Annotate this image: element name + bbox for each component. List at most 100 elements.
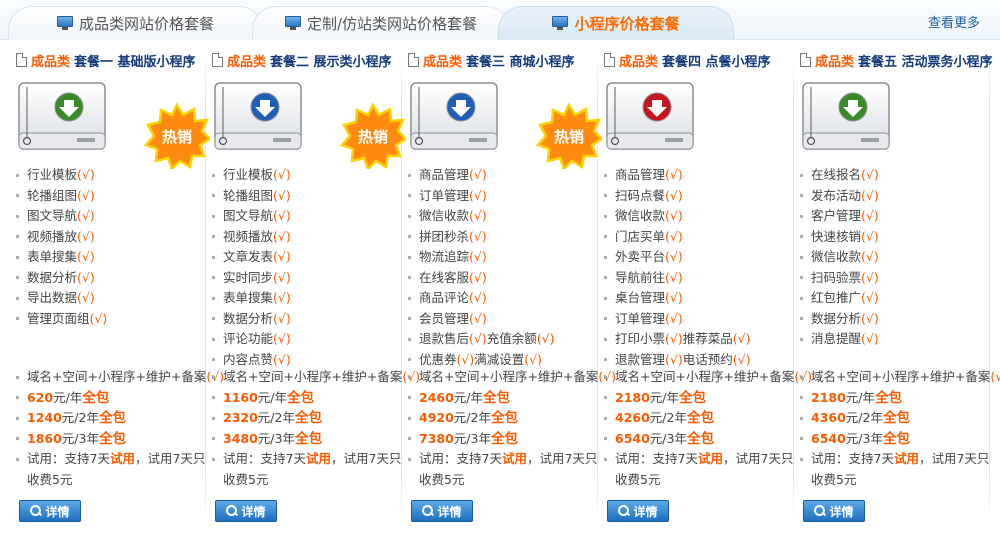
- bullet: [408, 255, 411, 259]
- feature-item: 行业模板 (√): [16, 165, 206, 186]
- feature-label: 客户管理: [811, 208, 862, 223]
- feature-item: 外卖平台 (√): [604, 247, 794, 268]
- price-deal: 全包: [98, 430, 126, 447]
- price-amount: 2180: [811, 389, 846, 405]
- bullet: [800, 317, 803, 321]
- check-mark: (√): [861, 310, 879, 326]
- package-title: 成品类 套餐三 商城小程序: [408, 50, 575, 70]
- magnifier-icon: [30, 505, 42, 517]
- feature-label: 打印小票: [615, 331, 666, 346]
- package-title: 成品类 套餐二 展示类小程序: [212, 50, 392, 70]
- bullet: [408, 235, 411, 239]
- check-mark: (√): [469, 167, 487, 182]
- document-icon: [604, 53, 615, 67]
- price-line: 1860 元/3年 全包: [16, 429, 208, 450]
- feature-item: 评论功能 (√): [212, 329, 402, 350]
- price-line: 2320 元/2年 全包: [212, 408, 404, 429]
- tab-mini-program[interactable]: 小程序价格套餐: [498, 6, 734, 40]
- bullet: [800, 337, 803, 341]
- check-mark: (√): [665, 290, 683, 305]
- price-unit: 元/3年: [61, 430, 99, 446]
- package-title-name: 套餐五 活动票务小程序: [858, 54, 993, 70]
- pricing-info: 域名+空间+小程序+维护+备案 (√) 2460 元/年 全包 4920 元/2年 全包 738…: [408, 367, 616, 490]
- pricing-info: 域名+空间+小程序+维护+备案 (√) 1160 元/年 全包 2320 元/2年 全包 348…: [212, 367, 420, 490]
- price-line: 4360 元/2年 全包: [800, 408, 992, 429]
- pricing-info: 域名+空间+小程序+维护+备案(√)2180元/年全包4360元/2年全包654…: [800, 367, 1000, 490]
- check-mark: (√): [665, 249, 683, 264]
- trial-prefix: 试用：支持7天: [615, 451, 698, 466]
- details-button[interactable]: 详情: [803, 500, 865, 522]
- hot-sale-label: 热销: [162, 128, 192, 146]
- bullet: [604, 255, 607, 259]
- details-button[interactable]: 详情: [607, 500, 669, 522]
- feature-label: 数据分析: [27, 269, 78, 285]
- details-button[interactable]: 详情: [215, 500, 277, 522]
- bullet: [604, 194, 607, 198]
- details-button-label: 详情: [241, 504, 266, 519]
- bullet: [604, 358, 607, 362]
- tab-finished-website[interactable]: 成品类网站价格套餐: [8, 6, 263, 40]
- feature-item: 微信收款 (√): [604, 206, 794, 227]
- check-mark: (√): [469, 228, 487, 244]
- bullet: [212, 194, 215, 198]
- tab-label: 小程序价格套餐: [574, 14, 680, 33]
- check-mark: (√): [732, 331, 751, 346]
- trial-info: 试用：支持7天试用，试用7天只收费5元: [800, 449, 992, 490]
- package-title-category: 成品类: [815, 54, 855, 70]
- bullet: [16, 458, 19, 461]
- feature-label: 商品管理: [419, 167, 470, 182]
- details-button[interactable]: 详情: [19, 500, 81, 522]
- package-title-name: 套餐二 展示类小程序: [270, 54, 392, 70]
- bullet: [212, 296, 215, 300]
- tab-custom-website[interactable]: 定制/仿站类网站价格套餐: [252, 6, 510, 40]
- price-amount: 1240: [27, 410, 62, 425]
- view-more-link[interactable]: 查看更多: [928, 12, 980, 31]
- bullet: [604, 235, 607, 239]
- feature-label: 门店买单: [615, 228, 666, 244]
- price-unit: 元/2年: [61, 410, 99, 425]
- details-button[interactable]: 详情: [411, 500, 473, 522]
- feature-item: 表单搜集 (√): [212, 288, 402, 309]
- feature-item: 客户管理 (√): [800, 206, 990, 227]
- price-unit: 元/年: [649, 389, 680, 405]
- package-title-name: 套餐三 商城小程序: [466, 54, 575, 70]
- bullet: [212, 173, 215, 177]
- document-icon: [212, 53, 223, 67]
- hot-sale-label: 热销: [554, 128, 584, 146]
- package-card-2: 成品类 套餐二 展示类小程序 热销 行业模板 (√) 轮播组图 (√) 图文导航 (√) 视频…: [204, 45, 420, 534]
- price-line: 1240 元/2年 全包: [16, 408, 208, 429]
- check-mark: (√): [469, 208, 487, 223]
- check-mark: (√): [77, 208, 95, 223]
- price-unit: 元/3年: [649, 430, 687, 446]
- feature-item: 打印小票 (√) 推荐菜品 (√): [604, 329, 794, 350]
- feature-label: 图文导航: [223, 208, 274, 223]
- check-mark: (√): [665, 208, 683, 223]
- check-mark: (√): [469, 269, 487, 285]
- bullet: [212, 375, 215, 379]
- feature-item: 图文导航 (√): [212, 206, 402, 227]
- bullet: [16, 296, 19, 300]
- bullet: [604, 214, 607, 218]
- feature-label: 订单管理: [419, 187, 470, 203]
- trial-highlight: 试用: [697, 451, 723, 466]
- check-mark: (√): [273, 269, 291, 285]
- price-unit: 元/3年: [845, 430, 883, 446]
- trial-highlight: 试用: [501, 451, 527, 466]
- feature-item: 视频播放 (√): [16, 227, 206, 248]
- check-mark: (√): [861, 269, 879, 285]
- bullet: [212, 317, 215, 321]
- tab-label: 定制/仿站类网站价格套餐: [306, 14, 478, 33]
- feature-label: 物流追踪: [419, 249, 470, 264]
- check-mark: (√): [77, 290, 95, 305]
- price-amount: 1860: [27, 430, 62, 446]
- feature-item: 数据分析 (√): [800, 309, 990, 330]
- feature-label: 商品管理: [615, 167, 666, 182]
- feature-item: 商品评论 (√): [408, 288, 598, 309]
- download-drive-icon: [410, 82, 498, 150]
- check-mark: (√): [861, 187, 879, 203]
- download-drive-icon: [214, 82, 302, 150]
- price-amount: 620: [27, 389, 54, 405]
- trial-info: 试用：支持7天试用，试用7天只收费5元: [16, 449, 208, 490]
- bullet: [212, 416, 215, 420]
- feature-item: 导航前往 (√): [604, 268, 794, 289]
